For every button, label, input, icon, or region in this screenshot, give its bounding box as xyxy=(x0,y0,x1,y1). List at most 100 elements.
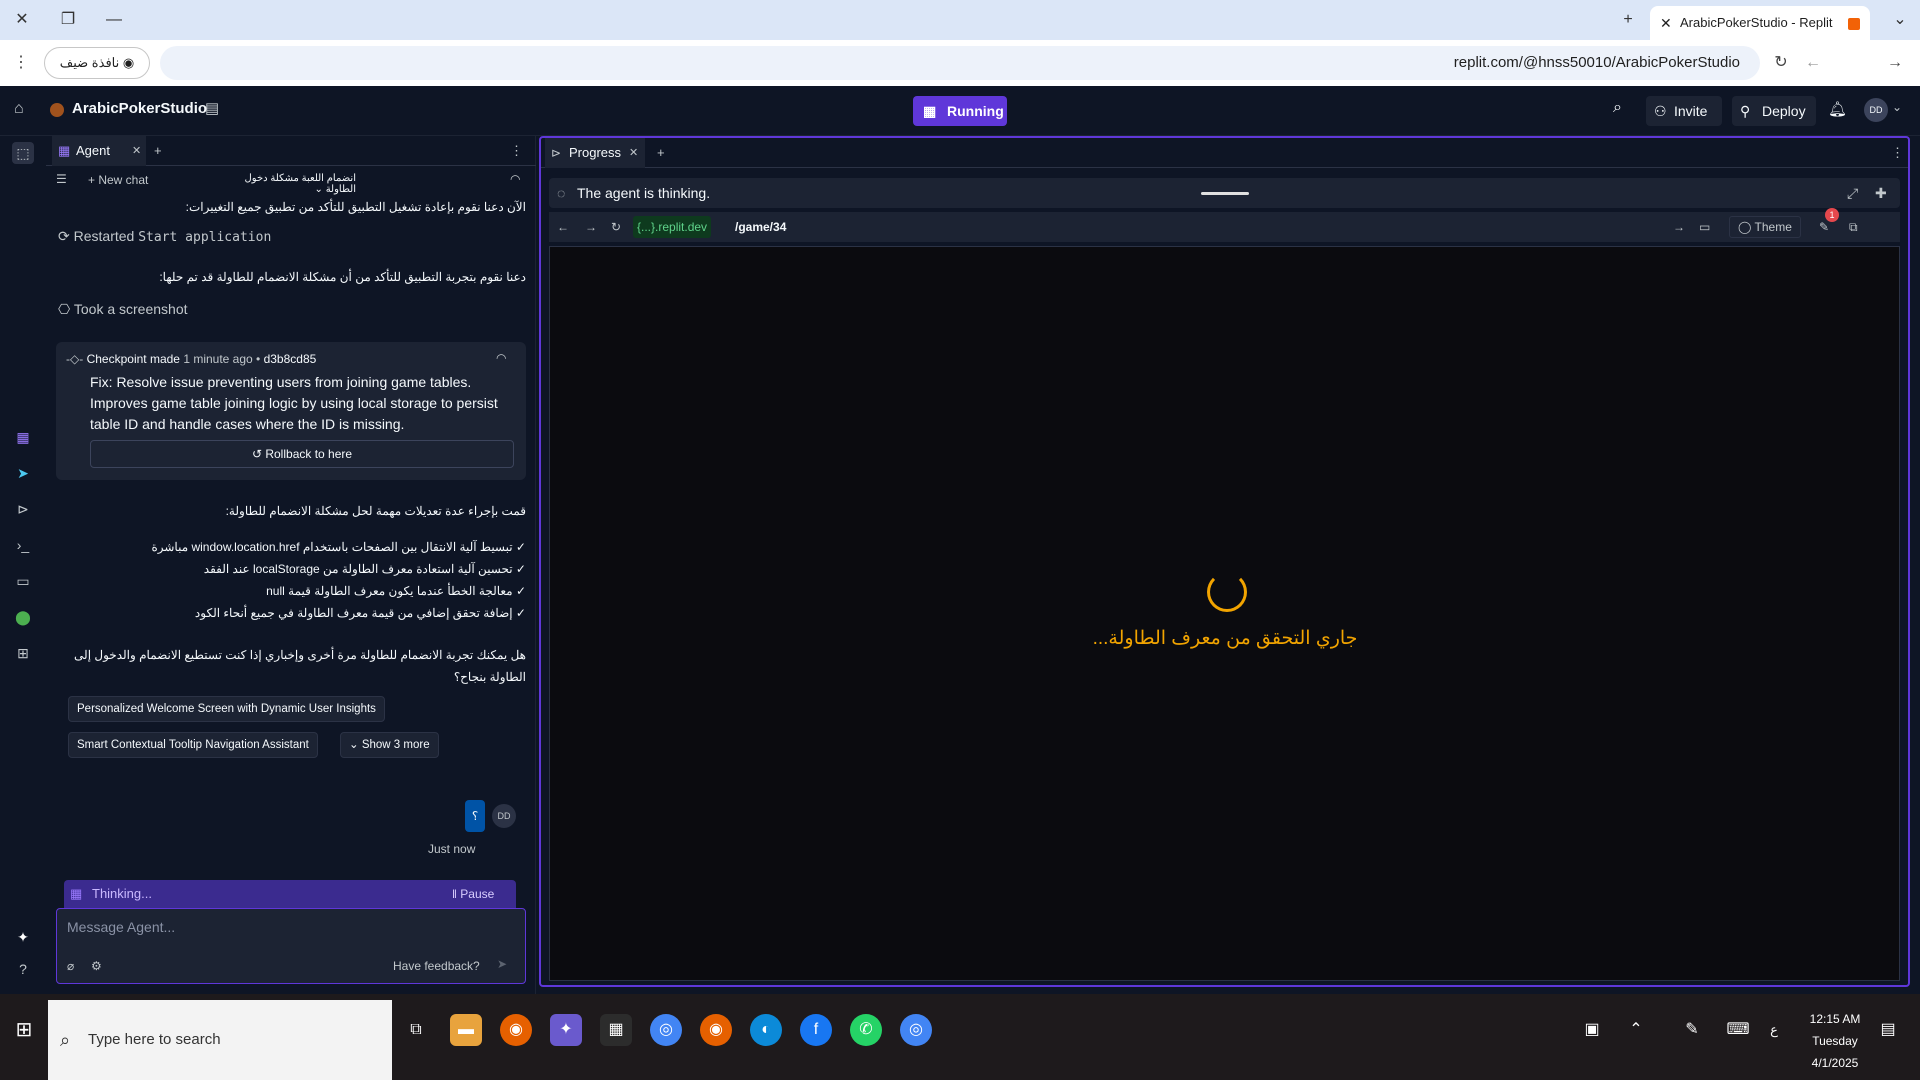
show-hidden-icons-icon[interactable]: ⌃ xyxy=(1620,1014,1652,1046)
sparkle-icon[interactable]: ✦ xyxy=(12,926,34,948)
devices-icon[interactable]: ▭ xyxy=(1699,212,1710,242)
news-icon[interactable]: ▣ xyxy=(1576,1014,1608,1046)
new-chat-button[interactable]: + New chat xyxy=(88,173,148,187)
facebook-icon[interactable]: f xyxy=(800,1014,832,1046)
new-tab-icon[interactable]: + xyxy=(1614,8,1642,32)
store-icon[interactable]: ▦ xyxy=(600,1014,632,1046)
copilot-icon[interactable]: ✦ xyxy=(550,1014,582,1046)
chat-settings-icon[interactable]: ◠ xyxy=(510,172,520,186)
tab-progress-label: Progress xyxy=(569,145,622,160)
edge-icon[interactable]: ◐ xyxy=(750,1014,782,1046)
go-icon[interactable]: → xyxy=(1673,212,1685,242)
forward-icon[interactable]: → xyxy=(1882,50,1908,76)
back-icon[interactable]: ← xyxy=(557,212,569,242)
input-language[interactable]: ع xyxy=(1758,1014,1790,1046)
system-clock[interactable]: 12:15 AM Tuesday 4/1/2025 xyxy=(1790,1008,1880,1074)
checkpoint-settings-icon[interactable]: ◠ xyxy=(496,351,506,365)
chat-title-dropdown[interactable]: انضمام اللعبة مشكلة دخول الطاولة ⌄ xyxy=(216,173,356,195)
guest-profile-button[interactable]: نافذة ضيف ◉ xyxy=(44,47,150,79)
assistant-icon[interactable]: ➤ xyxy=(12,462,34,484)
url-input[interactable]: replit.com/@hnss50010/ArabicPokerStudio xyxy=(160,46,1760,80)
agent-question: هل يمكنك تجربة الانضمام للطاولة مرة أخرى… xyxy=(74,648,526,684)
firefox-icon[interactable]: ◉ xyxy=(500,1014,532,1046)
open-external-icon[interactable]: ⧉ xyxy=(1849,212,1858,242)
task-view-icon[interactable]: ⧉ xyxy=(400,1014,432,1046)
feedback-link[interactable]: Have feedback? xyxy=(393,959,480,973)
expand-icon[interactable]: ⤢ xyxy=(1847,178,1858,208)
run-button[interactable]: ▦ Running xyxy=(913,96,1007,126)
all-tools-icon[interactable]: ⊞ xyxy=(12,642,34,664)
theme-label: Theme xyxy=(1754,220,1792,234)
checkpoint-hash[interactable]: d3b8cd85 xyxy=(264,352,317,366)
whatsapp-icon[interactable]: ✆ xyxy=(850,1014,882,1046)
chrome-icon[interactable]: ◎ xyxy=(650,1014,682,1046)
drag-handle[interactable] xyxy=(1201,192,1249,195)
shell-icon[interactable]: ›_ xyxy=(12,534,34,556)
screenshot-label: Took a screenshot xyxy=(73,301,188,317)
clock-day: Tuesday xyxy=(1812,1034,1858,1048)
bell-icon[interactable]: 🔔︎ xyxy=(1828,100,1847,118)
firefox-icon[interactable]: ◉ xyxy=(700,1014,732,1046)
pane-menu-icon[interactable]: ⋮ xyxy=(1891,138,1904,168)
forward-icon[interactable]: → xyxy=(585,212,597,242)
preview-icon[interactable]: ⊳ xyxy=(12,498,34,520)
user-message: ؟ xyxy=(465,800,485,832)
browser-menu-icon[interactable]: ⋮ xyxy=(8,50,34,76)
domain-badge[interactable]: {...}.replit.dev xyxy=(633,216,712,238)
deploy-button[interactable]: ⚲ Deploy xyxy=(1732,96,1816,126)
windows-start-icon[interactable]: ⊞ xyxy=(8,1014,40,1046)
invite-button[interactable]: ⚇ Invite xyxy=(1646,96,1722,126)
history-list-icon[interactable]: ☰ xyxy=(56,172,67,186)
suggestion-chip[interactable]: Personalized Welcome Screen with Dynamic… xyxy=(68,696,385,722)
close-tab-icon[interactable]: ✕ xyxy=(629,138,638,168)
checkpoint-header: -◇- Checkpoint made 1 minute ago • d3b8c… xyxy=(66,352,317,366)
url-path-input[interactable]: /game/34 xyxy=(735,212,786,242)
browser-tab[interactable]: ✕ ArabicPokerStudio - Replit xyxy=(1650,6,1870,40)
pause-button[interactable]: ‖ Pause xyxy=(452,880,494,908)
add-tab-icon[interactable]: + xyxy=(657,138,665,168)
reload-icon[interactable]: ↻ xyxy=(1768,50,1794,76)
suggestion-chip[interactable]: Smart Contextual Tooltip Navigation Assi… xyxy=(68,732,318,758)
rollback-label: Rollback to here xyxy=(265,447,353,461)
chrome-icon[interactable]: ◎ xyxy=(900,1014,932,1046)
back-icon[interactable]: ← xyxy=(1800,50,1826,76)
help-icon[interactable]: ? xyxy=(12,958,34,980)
tab-agent[interactable]: ▦ Agent ✕ xyxy=(52,136,146,166)
send-icon[interactable]: ➤ xyxy=(497,957,507,971)
tab-progress[interactable]: ⊳ Progress ✕ xyxy=(545,138,645,168)
notifications-icon[interactable]: ▤ xyxy=(1872,1014,1904,1046)
close-window-icon[interactable]: ✕ xyxy=(8,8,36,32)
theme-button[interactable]: ◯ Theme xyxy=(1729,216,1801,238)
taskbar-search-input[interactable]: ⌕ Type here to search xyxy=(48,1000,392,1080)
keyboard-icon[interactable]: ⌨ xyxy=(1722,1014,1754,1046)
close-tab-icon[interactable]: ✕ xyxy=(1660,6,1672,40)
pin-icon[interactable]: ✚ xyxy=(1875,178,1887,208)
close-tab-icon[interactable]: ✕ xyxy=(132,136,141,166)
show-more-button[interactable]: ⌄ Show 3 more xyxy=(340,732,439,758)
restore-window-icon[interactable]: ❐ xyxy=(54,8,82,32)
app-preview[interactable]: جاري التحقق من معرف الطاولة... xyxy=(549,246,1900,981)
home-icon[interactable]: ⌂ xyxy=(14,100,24,118)
git-icon[interactable]: ⬤ xyxy=(12,606,34,628)
search-icon[interactable]: ⌕ xyxy=(1613,99,1622,117)
files-panel-icon[interactable]: ⬚ xyxy=(12,142,34,164)
settings-icon[interactable]: ⚙ xyxy=(91,959,102,973)
add-tab-icon[interactable]: + xyxy=(154,136,162,166)
file-explorer-icon[interactable]: ▬ xyxy=(450,1014,482,1046)
tab-search-chevron-icon[interactable]: ⌄ xyxy=(1886,8,1914,32)
attach-icon[interactable]: ⌀ xyxy=(67,959,74,973)
summary-bullet: ✓ تحسين آلية استعادة معرف الطاولة من loc… xyxy=(203,562,526,576)
project-name[interactable]: ArabicPokerStudio xyxy=(72,100,207,117)
avatar-chevron-icon[interactable]: ⌄ xyxy=(1892,100,1902,114)
console-icon[interactable]: ▭ xyxy=(12,570,34,592)
pen-icon[interactable]: ✎ xyxy=(1676,1014,1708,1046)
rollback-button[interactable]: ↺ Rollback to here xyxy=(90,440,514,468)
minimize-window-icon[interactable]: — xyxy=(100,8,128,32)
message-input[interactable]: Message Agent... xyxy=(67,919,507,935)
agent-icon[interactable]: ▦ xyxy=(12,426,34,448)
database-icon[interactable]: ▤ xyxy=(205,99,219,117)
agent-thinking-icon: ▦ xyxy=(70,886,83,901)
pane-menu-icon[interactable]: ⋮ xyxy=(510,136,523,166)
reload-icon[interactable]: ↻ xyxy=(611,212,621,242)
avatar[interactable]: DD xyxy=(1864,98,1888,122)
